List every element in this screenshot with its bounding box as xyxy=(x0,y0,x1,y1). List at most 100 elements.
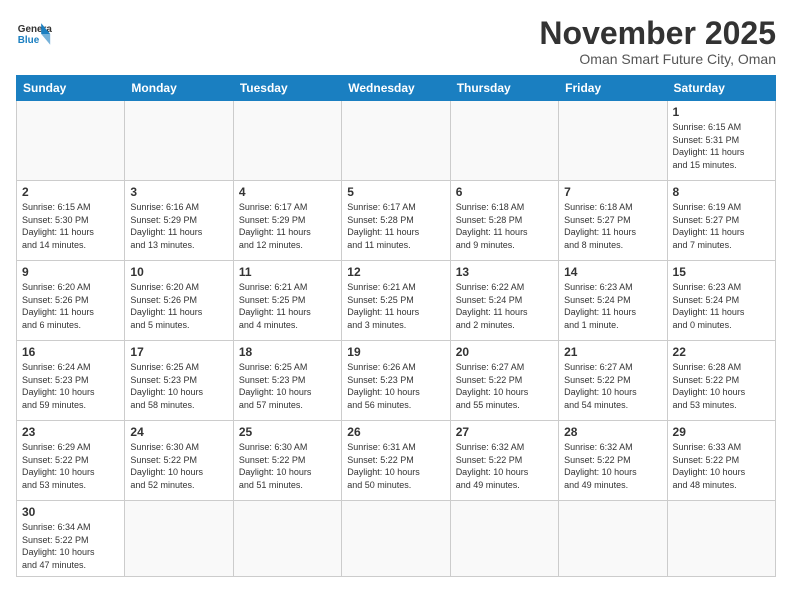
day-number: 6 xyxy=(456,185,553,199)
table-row: 27Sunrise: 6:32 AM Sunset: 5:22 PM Dayli… xyxy=(450,421,558,501)
day-number: 12 xyxy=(347,265,444,279)
calendar-row: 1 Sunrise: 6:15 AM Sunset: 5:31 PM Daylig… xyxy=(17,101,776,181)
table-row: 14 Sunrise: 6:23 AM Sunset: 5:24 PM Dayli… xyxy=(559,261,667,341)
table-row xyxy=(559,101,667,181)
day-info: Sunrise: 6:21 AM Sunset: 5:25 PM Dayligh… xyxy=(239,281,336,331)
table-row: 18Sunrise: 6:25 AM Sunset: 5:23 PM Dayli… xyxy=(233,341,341,421)
day-number: 7 xyxy=(564,185,661,199)
day-info: Sunrise: 6:23 AM Sunset: 5:24 PM Dayligh… xyxy=(564,281,661,331)
day-info: Sunrise: 6:31 AM Sunset: 5:22 PM Dayligh… xyxy=(347,441,444,491)
day-number: 26 xyxy=(347,425,444,439)
table-row xyxy=(342,501,450,576)
calendar-subtitle: Oman Smart Future City, Oman xyxy=(539,51,776,67)
day-info: Sunrise: 6:33 AM Sunset: 5:22 PM Dayligh… xyxy=(673,441,770,491)
header-tuesday: Tuesday xyxy=(233,76,341,101)
calendar-row: 23Sunrise: 6:29 AM Sunset: 5:22 PM Dayli… xyxy=(17,421,776,501)
table-row: 13 Sunrise: 6:22 AM Sunset: 5:24 PM Dayli… xyxy=(450,261,558,341)
table-row: 8Sunrise: 6:19 AM Sunset: 5:27 PM Daylig… xyxy=(667,181,775,261)
day-number: 25 xyxy=(239,425,336,439)
day-number: 4 xyxy=(239,185,336,199)
table-row: 16 Sunrise: 6:24 AM Sunset: 5:23 PM Dayli… xyxy=(17,341,125,421)
day-number: 30 xyxy=(22,505,119,519)
day-info: Sunrise: 6:30 AM Sunset: 5:22 PM Dayligh… xyxy=(130,441,227,491)
calendar-row: 2Sunrise: 6:15 AM Sunset: 5:30 PM Daylig… xyxy=(17,181,776,261)
table-row: 11 Sunrise: 6:21 AM Sunset: 5:25 PM Dayli… xyxy=(233,261,341,341)
day-info: Sunrise: 6:18 AM Sunset: 5:28 PM Dayligh… xyxy=(456,201,553,251)
day-number: 29 xyxy=(673,425,770,439)
weekday-header-row: Sunday Monday Tuesday Wednesday Thursday… xyxy=(17,76,776,101)
day-number: 11 xyxy=(239,265,336,279)
day-number: 13 xyxy=(456,265,553,279)
calendar-table: Sunday Monday Tuesday Wednesday Thursday… xyxy=(16,75,776,576)
table-row: 22 Sunrise: 6:28 AM Sunset: 5:22 PM Dayli… xyxy=(667,341,775,421)
table-row: 19Sunrise: 6:26 AM Sunset: 5:23 PM Dayli… xyxy=(342,341,450,421)
table-row: 30 Sunrise: 6:34 AM Sunset: 5:22 PM Dayli… xyxy=(17,501,125,576)
header-wednesday: Wednesday xyxy=(342,76,450,101)
table-row: 2Sunrise: 6:15 AM Sunset: 5:30 PM Daylig… xyxy=(17,181,125,261)
day-number: 15 xyxy=(673,265,770,279)
day-info: Sunrise: 6:15 AM Sunset: 5:31 PM Dayligh… xyxy=(673,121,770,171)
table-row xyxy=(667,501,775,576)
table-row: 23Sunrise: 6:29 AM Sunset: 5:22 PM Dayli… xyxy=(17,421,125,501)
table-row xyxy=(125,101,233,181)
table-row: 15Sunrise: 6:23 AM Sunset: 5:24 PM Dayli… xyxy=(667,261,775,341)
header-thursday: Thursday xyxy=(450,76,558,101)
table-row: 10Sunrise: 6:20 AM Sunset: 5:26 PM Dayli… xyxy=(125,261,233,341)
day-number: 17 xyxy=(130,345,227,359)
day-info: Sunrise: 6:18 AM Sunset: 5:27 PM Dayligh… xyxy=(564,201,661,251)
day-info: Sunrise: 6:26 AM Sunset: 5:23 PM Dayligh… xyxy=(347,361,444,411)
day-info: Sunrise: 6:27 AM Sunset: 5:22 PM Dayligh… xyxy=(564,361,661,411)
day-number: 24 xyxy=(130,425,227,439)
day-info: Sunrise: 6:32 AM Sunset: 5:22 PM Dayligh… xyxy=(456,441,553,491)
day-number: 9 xyxy=(22,265,119,279)
day-info: Sunrise: 6:16 AM Sunset: 5:29 PM Dayligh… xyxy=(130,201,227,251)
calendar-body: 1 Sunrise: 6:15 AM Sunset: 5:31 PM Daylig… xyxy=(17,101,776,576)
day-info: Sunrise: 6:28 AM Sunset: 5:22 PM Dayligh… xyxy=(673,361,770,411)
day-info: Sunrise: 6:27 AM Sunset: 5:22 PM Dayligh… xyxy=(456,361,553,411)
table-row xyxy=(17,101,125,181)
day-number: 5 xyxy=(347,185,444,199)
day-number: 14 xyxy=(564,265,661,279)
table-row xyxy=(342,101,450,181)
table-row xyxy=(125,501,233,576)
table-row: 28 Sunrise: 6:32 AM Sunset: 5:22 PM Dayli… xyxy=(559,421,667,501)
day-info: Sunrise: 6:32 AM Sunset: 5:22 PM Dayligh… xyxy=(564,441,661,491)
table-row: 7 Sunrise: 6:18 AM Sunset: 5:27 PM Daylig… xyxy=(559,181,667,261)
calendar-title: November 2025 xyxy=(539,16,776,51)
table-row: 17 Sunrise: 6:25 AM Sunset: 5:23 PM Dayli… xyxy=(125,341,233,421)
day-number: 20 xyxy=(456,345,553,359)
calendar-row: 9 Sunrise: 6:20 AM Sunset: 5:26 PM Daylig… xyxy=(17,261,776,341)
day-number: 23 xyxy=(22,425,119,439)
day-number: 21 xyxy=(564,345,661,359)
day-info: Sunrise: 6:30 AM Sunset: 5:22 PM Dayligh… xyxy=(239,441,336,491)
table-row: 5Sunrise: 6:17 AM Sunset: 5:28 PM Daylig… xyxy=(342,181,450,261)
day-number: 22 xyxy=(673,345,770,359)
header-monday: Monday xyxy=(125,76,233,101)
table-row xyxy=(233,501,341,576)
day-info: Sunrise: 6:22 AM Sunset: 5:24 PM Dayligh… xyxy=(456,281,553,331)
table-row: 6 Sunrise: 6:18 AM Sunset: 5:28 PM Daylig… xyxy=(450,181,558,261)
table-row xyxy=(559,501,667,576)
day-number: 2 xyxy=(22,185,119,199)
day-info: Sunrise: 6:17 AM Sunset: 5:29 PM Dayligh… xyxy=(239,201,336,251)
calendar-row: 30 Sunrise: 6:34 AM Sunset: 5:22 PM Dayli… xyxy=(17,501,776,576)
header-sunday: Sunday xyxy=(17,76,125,101)
table-row: 20 Sunrise: 6:27 AM Sunset: 5:22 PM Dayli… xyxy=(450,341,558,421)
day-info: Sunrise: 6:20 AM Sunset: 5:26 PM Dayligh… xyxy=(22,281,119,331)
header-friday: Friday xyxy=(559,76,667,101)
day-info: Sunrise: 6:21 AM Sunset: 5:25 PM Dayligh… xyxy=(347,281,444,331)
day-number: 1 xyxy=(673,105,770,119)
day-info: Sunrise: 6:34 AM Sunset: 5:22 PM Dayligh… xyxy=(22,521,119,571)
title-area: November 2025 Oman Smart Future City, Om… xyxy=(539,16,776,67)
table-row: 4 Sunrise: 6:17 AM Sunset: 5:29 PM Daylig… xyxy=(233,181,341,261)
table-row xyxy=(450,501,558,576)
day-number: 3 xyxy=(130,185,227,199)
table-row xyxy=(450,101,558,181)
day-number: 28 xyxy=(564,425,661,439)
day-info: Sunrise: 6:24 AM Sunset: 5:23 PM Dayligh… xyxy=(22,361,119,411)
table-row: 9 Sunrise: 6:20 AM Sunset: 5:26 PM Daylig… xyxy=(17,261,125,341)
logo-icon: General Blue xyxy=(16,16,52,52)
table-row: 3 Sunrise: 6:16 AM Sunset: 5:29 PM Daylig… xyxy=(125,181,233,261)
day-info: Sunrise: 6:25 AM Sunset: 5:23 PM Dayligh… xyxy=(130,361,227,411)
day-number: 16 xyxy=(22,345,119,359)
